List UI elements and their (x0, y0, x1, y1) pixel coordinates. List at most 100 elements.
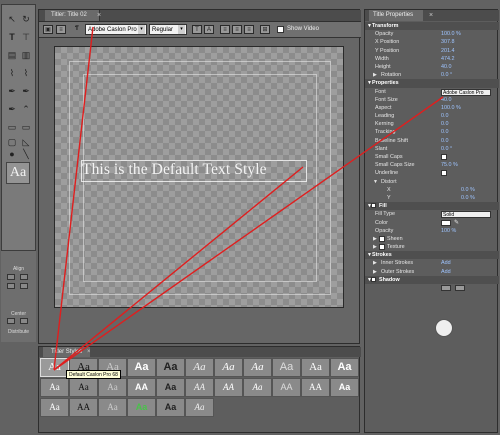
style-swatch[interactable]: Aa (330, 378, 359, 397)
fill-color-swatch[interactable] (441, 219, 451, 226)
texture-row[interactable]: ▶ Texture (365, 243, 499, 251)
center-vertical-icon[interactable] (20, 318, 28, 324)
rectangle-tool-icon[interactable]: ▭ (6, 121, 18, 133)
style-swatch[interactable]: Aa (40, 358, 69, 377)
style-swatch[interactable]: Aa (185, 398, 214, 417)
kerning-icon[interactable]: A (204, 25, 214, 34)
style-swatch[interactable]: Aa (185, 358, 214, 377)
height-row[interactable]: Height 40.0 (365, 63, 499, 71)
style-swatch[interactable]: AA (214, 378, 243, 397)
sheen-checkbox[interactable] (379, 235, 385, 242)
fill-type-dropdown[interactable]: Solid (441, 211, 491, 219)
leading-row[interactable]: Leading 0.0 (365, 112, 499, 120)
font-dropdown[interactable]: Adobe Caslon Pro (441, 88, 491, 96)
clipped-corner-rectangle-tool-icon[interactable]: ▭ (20, 121, 32, 133)
align-top-icon[interactable] (20, 274, 28, 280)
style-swatch[interactable]: AA (185, 378, 214, 397)
pen-tool-icon[interactable]: ✒ (6, 85, 18, 97)
align-left-text-icon[interactable]: ≡ (220, 25, 230, 34)
opacity-row[interactable]: Opacity 100.0 % (365, 30, 499, 38)
vertical-path-type-tool-icon[interactable]: ⌇ (20, 67, 32, 79)
style-swatch[interactable]: Aa (156, 358, 185, 377)
font-browse-icon[interactable]: Ƭ (72, 25, 82, 34)
font-style-select[interactable]: Regular ▾ (149, 24, 187, 35)
style-swatch[interactable]: Aa (156, 378, 185, 397)
rotation-row[interactable]: ▶ Rotation 0.0 ° (365, 71, 499, 79)
inner-strokes-row[interactable]: ▶ Inner Strokes Add (365, 259, 499, 267)
texture-checkbox[interactable] (379, 244, 385, 251)
style-swatch[interactable]: Aa (330, 358, 359, 377)
style-swatch[interactable]: AA (272, 378, 301, 397)
style-swatch[interactable]: Aa (98, 378, 127, 397)
style-swatch[interactable]: AA (127, 378, 156, 397)
new-title-icon[interactable]: ▣ (43, 25, 53, 34)
area-type-tool-icon[interactable]: ▤ (6, 49, 18, 61)
strokes-section[interactable]: ▼ Strokes (365, 251, 499, 260)
underline-checkbox[interactable] (441, 170, 447, 177)
style-swatch[interactable]: Aa (40, 398, 69, 417)
style-swatch[interactable]: Aa (214, 358, 243, 377)
aspect-row[interactable]: Aspect 100.0 % (365, 104, 499, 112)
vertical-area-type-tool-icon[interactable]: ▥ (20, 49, 32, 61)
titler-close-icon[interactable]: × (97, 10, 101, 21)
sheen-row[interactable]: ▶ Sheen (365, 235, 499, 243)
type-tool-icon[interactable]: T (6, 31, 18, 43)
selection-tool-icon[interactable]: ↖ (6, 13, 18, 25)
convert-anchor-tool-icon[interactable]: ⌃ (20, 103, 32, 115)
align-right-text-icon[interactable]: ≡ (244, 25, 254, 34)
style-swatch[interactable]: Aa (243, 358, 272, 377)
path-type-tool-icon[interactable]: ⌇ (6, 67, 18, 79)
slant-row[interactable]: Slant 0.0 ° (365, 145, 499, 153)
tab-stops-icon[interactable]: ⊞ (260, 25, 270, 34)
titler-tab[interactable]: Titler: Title 02 (45, 10, 100, 21)
show-video-checkbox[interactable] (277, 26, 284, 33)
width-row[interactable]: Width 474.2 (365, 55, 499, 63)
style-swatch[interactable]: Aa (243, 378, 272, 397)
style-swatch[interactable]: Aa (69, 378, 98, 397)
small-caps-size-row[interactable]: Small Caps Size 75.0 % (365, 161, 499, 169)
roll-crawl-options-icon[interactable]: ≡ (56, 25, 66, 34)
line-tool-icon[interactable]: ╲ (20, 148, 32, 160)
titler-styles-tab[interactable]: Titler Styles (43, 347, 91, 357)
add-outer-stroke-link[interactable]: Add (441, 268, 451, 276)
style-swatch[interactable]: Aa (272, 358, 301, 377)
transform-section[interactable]: ▼ Transform (365, 22, 499, 31)
style-swatch[interactable]: Aa (40, 378, 69, 397)
align-center-h-icon[interactable] (7, 283, 15, 289)
center-horizontal-icon[interactable] (7, 318, 15, 324)
x-position-row[interactable]: X Position 307.8 (365, 38, 499, 46)
add-inner-stroke-link[interactable]: Add (441, 259, 451, 267)
y-position-row[interactable]: Y Position 201.4 (365, 47, 499, 55)
title-canvas[interactable]: This is the Default Text Style (54, 46, 344, 308)
distort-x-row[interactable]: X 0.0 % (365, 186, 499, 194)
small-caps-checkbox[interactable] (441, 154, 447, 160)
underline-row[interactable]: Underline (365, 169, 499, 177)
align-left-icon[interactable] (7, 274, 15, 280)
title-text-object[interactable]: This is the Default Text Style (82, 161, 267, 179)
align-center-text-icon[interactable]: ≡ (232, 25, 242, 34)
style-swatch[interactable]: Aa (127, 358, 156, 377)
font-size-icon[interactable]: T (192, 25, 202, 34)
vertical-type-tool-icon[interactable]: ⊤ (20, 31, 32, 43)
eyedropper-icon[interactable]: ✎ (454, 219, 459, 227)
delete-anchor-tool-icon[interactable]: ✒ (20, 85, 32, 97)
small-caps-row[interactable]: Small Caps (365, 153, 499, 161)
rounded-rectangle-tool-icon[interactable]: ▢ (6, 136, 18, 148)
style-swatch[interactable]: AA (69, 398, 98, 417)
distort-y-row[interactable]: Y 0.0 % (365, 194, 499, 202)
fill-section[interactable]: ▼ Fill (365, 202, 499, 211)
shadow-checkbox[interactable] (371, 276, 376, 282)
style-swatch[interactable]: Aa (156, 398, 185, 417)
distort-row[interactable]: ▼ Distort (365, 178, 499, 186)
fill-opacity-row[interactable]: Opacity 100 % (365, 227, 499, 235)
fill-type-row[interactable]: Fill Type Solid (365, 210, 499, 219)
outer-strokes-row[interactable]: ▶ Outer Strokes Add (365, 268, 499, 276)
wedge-tool-icon[interactable]: ◺ (20, 136, 32, 148)
style-swatch[interactable]: AA (301, 378, 330, 397)
rotation-tool-icon[interactable]: ↻ (20, 13, 32, 25)
title-properties-tab[interactable]: Title Properties (369, 10, 424, 21)
kerning-row[interactable]: Kerning 0.0 (365, 120, 499, 128)
style-swatch[interactable]: Aa (301, 358, 330, 377)
fill-checkbox[interactable] (371, 203, 376, 209)
properties-section[interactable]: ▼ Properties (365, 79, 499, 88)
